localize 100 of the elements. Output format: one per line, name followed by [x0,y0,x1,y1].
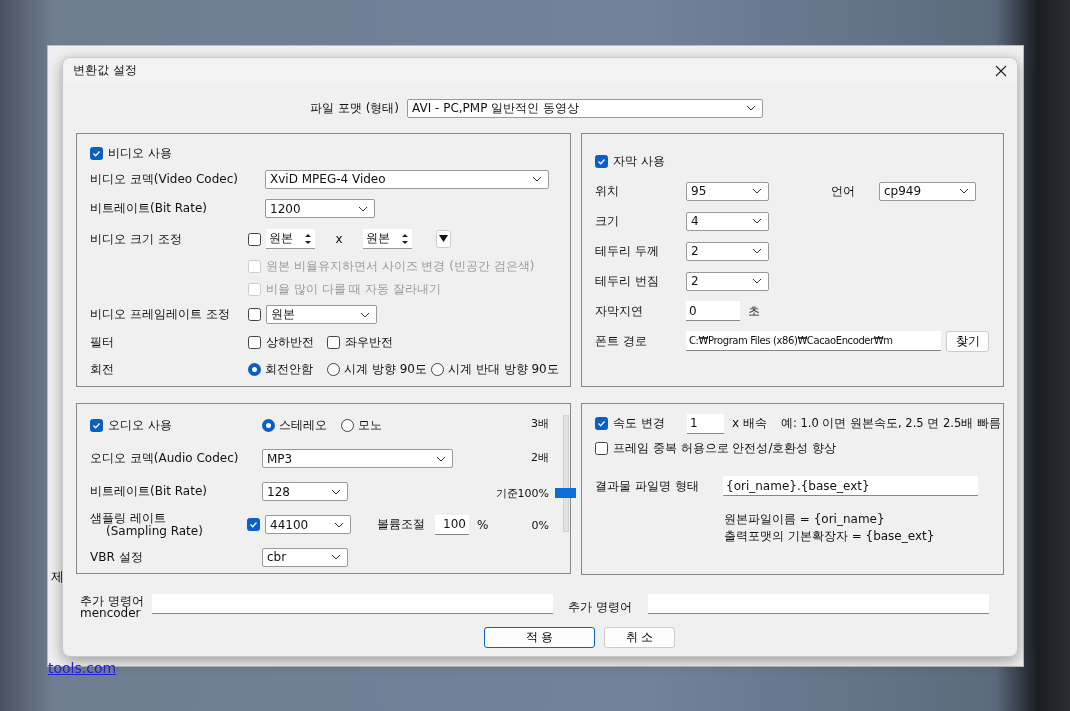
checkbox-label: 원본 비율유지하면서 사이즈 변경 (빈공간 검은색) [266,258,535,275]
field-label: 크기 [595,212,620,230]
tick-label: 기준100% [495,486,549,502]
checkbox-label: 속도 변경 [613,415,665,432]
checkbox[interactable] [595,417,608,430]
caret-icon [436,455,446,462]
input-field[interactable] [152,594,553,614]
background-text: 제 [51,568,64,586]
checkbox-label: 상하반전 [266,334,314,351]
caret-icon [746,105,756,111]
field-label: 회전 [90,361,115,378]
input-field[interactable]: 0 [686,301,740,321]
field-label: 비디오 프레임레이트 조정 [90,306,231,323]
unit-text: 초 [748,302,760,320]
caret-icon [360,311,370,318]
field-label: 비디오 크기 조정 [90,230,183,248]
checkbox-label: 프레임 중복 허용으로 안전성/호환성 향상 [613,440,837,457]
help-text: 원본파일이름 = {ori_name} [723,511,886,528]
browse-button[interactable]: 찾기 [946,330,989,352]
spin-field[interactable]: 원본 [266,229,315,249]
field-label: 비트레이트(Bit Rate) [90,483,208,500]
input-field[interactable]: 100 [435,514,469,535]
field-label: 언어 [831,182,856,200]
separator-text: x [334,232,344,246]
radio-button[interactable] [431,363,444,376]
checkbox-label: 자막 사용 [613,152,665,170]
caret-icon [752,218,762,224]
dropdown[interactable]: AVI - PC,PMP 일반적인 동영상 [407,98,763,118]
radio-label: 모노 [358,416,382,434]
caret-icon [358,205,368,212]
input-field[interactable]: {ori_name}.{base_ext} [723,476,978,496]
dialog-button[interactable]: 취 소 [604,627,675,648]
checkbox-label: 비율 많이 다를 때 자동 잘라내기 [266,281,442,298]
field-label: 자막지연 [595,302,644,320]
dropdown[interactable]: cp949 [879,181,976,201]
dropdown[interactable]: 4 [686,211,769,231]
dropdown[interactable]: 44100 [265,515,351,534]
input-field[interactable] [648,594,989,614]
field-label: 비트레이트(Bit Rate) [90,200,208,217]
checkbox[interactable] [247,518,260,531]
hint-text: 예: 1.0 이면 원본속도, 2.5 면 2.5배 빠름 [780,416,1001,431]
radio-label: 시계 방향 90도 [344,361,427,378]
checkbox[interactable] [595,442,608,455]
tick-label: 2배 [531,450,549,466]
radio-button[interactable] [341,418,354,432]
checkbox[interactable] [595,154,608,168]
checkbox[interactable] [248,336,261,349]
radio-button[interactable] [248,363,261,376]
dropdown-icon[interactable] [436,230,451,248]
field-label: 파일 포맷 (형태) [310,99,399,117]
checkbox[interactable] [248,308,261,321]
field-label: 위치 [595,182,620,200]
spin-field[interactable]: 원본 [363,229,412,249]
radio-button[interactable] [327,363,340,376]
checkbox-label: 비디오 사용 [108,144,172,162]
field-label: 추가 명령어 mencoder [80,593,145,619]
help-text: 출력포맷의 기본확장자 = {base_ext} [723,528,936,545]
dropdown[interactable]: cbr [262,547,348,567]
checkbox-label: 오디오 사용 [108,416,172,434]
caret-icon [752,248,762,254]
checkbox[interactable] [248,232,261,246]
unit-text: x 배속 [732,415,767,432]
field-label: 필터 [90,334,115,351]
dropdown[interactable]: 2 [686,241,769,261]
unit-text: % [477,517,489,532]
field-label: 결과물 파일명 형태 [595,477,700,495]
radio-button[interactable] [262,418,275,432]
radio-label: 회전안함 [265,361,313,378]
caret-icon [959,188,969,194]
dialog-button[interactable]: 적 용 [484,627,595,648]
field-label: 볼륨조절 [377,516,426,533]
caret-icon [334,521,344,528]
caret-icon [331,554,341,560]
dropdown[interactable]: MP3 [262,449,453,468]
window-title: 변환값 설정 [73,62,137,79]
field-label: 비디오 코덱(Video Codec) [90,170,239,188]
dropdown[interactable]: 128 [262,482,348,501]
input-field[interactable]: 1 [687,413,724,434]
dropdown[interactable]: 2 [686,271,769,291]
dropdown[interactable]: XviD MPEG-4 Video [265,169,549,189]
input-field[interactable]: C:₩Program Files (x86)₩CacaoEncoder₩m [686,331,941,351]
close-icon[interactable] [995,64,1007,77]
field-label: 폰트 경로 [595,332,648,350]
checkbox[interactable] [327,336,340,349]
tick-label: 3배 [531,416,549,432]
radio-label: 스테레오 [279,416,327,434]
dropdown[interactable]: 95 [686,181,769,201]
dropdown[interactable]: 1200 [265,199,375,218]
checkbox[interactable] [90,146,103,160]
dropdown[interactable]: 원본 [266,305,377,324]
caret-icon [532,176,542,182]
caret-icon [752,188,762,194]
checkbox[interactable] [90,418,103,432]
radio-label: 시계 반대 방향 90도 [448,361,559,378]
field-label: 테두리 번짐 [595,272,660,290]
caret-icon [752,278,762,284]
field-label: 오디오 코덱(Audio Codec) [90,450,240,467]
field-label: 샘플링 레이트 (Sampling Rate) [90,511,204,538]
field-label: 추가 명령어 [568,599,633,613]
slider-thumb[interactable] [555,488,576,499]
